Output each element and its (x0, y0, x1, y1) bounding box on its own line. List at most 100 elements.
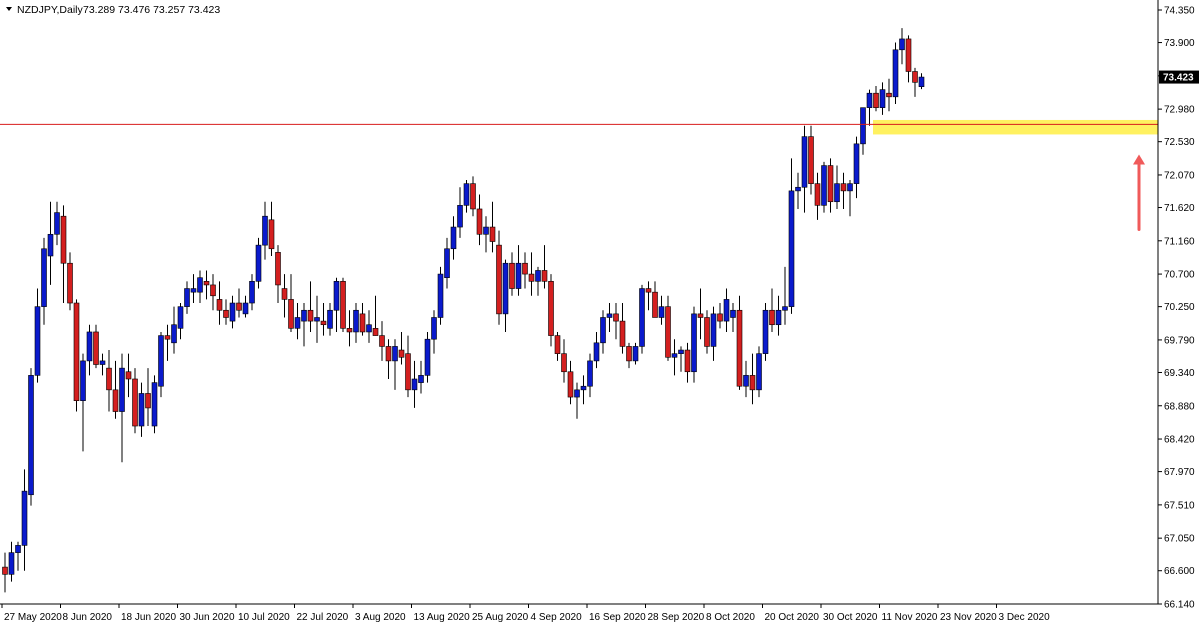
bear-candle-body (522, 262, 528, 275)
bull-candle-body (899, 38, 905, 51)
bear-candle-body (814, 183, 821, 206)
bear-candle-body (268, 219, 275, 250)
bull-candle-body (639, 288, 645, 347)
y-tick-label: 68.420 (1164, 435, 1195, 446)
y-tick-label: 72.070 (1164, 170, 1195, 181)
bull-candle-body (392, 346, 398, 362)
bull-candle-body (632, 346, 639, 362)
bear-candle-body (346, 328, 353, 333)
bear-candle-body (645, 288, 652, 293)
y-tick-label: 69.790 (1164, 335, 1195, 346)
y-tick-label: 72.530 (1164, 137, 1195, 148)
bear-candle-body (886, 92, 892, 98)
bull-candle-body (860, 107, 866, 145)
bull-candle-body (892, 49, 899, 98)
candle (548, 274, 554, 347)
bull-candle-body (353, 309, 359, 333)
bull-candle-body (821, 165, 827, 206)
bull-candle-body (463, 183, 470, 206)
bull-candle-body (834, 183, 840, 203)
bull-candle-body (418, 375, 424, 383)
bull-candle-body (723, 299, 730, 322)
bull-candle-body (262, 215, 268, 246)
bear-candle-body (509, 262, 515, 289)
bull-candle-body (197, 277, 203, 293)
bear-candle-body (281, 288, 288, 300)
bear-candle-body (613, 313, 619, 322)
x-tick-label: 27 May 2020 (4, 612, 62, 623)
bull-candle-body (502, 262, 509, 315)
current-price-tag: 73.423 (1159, 70, 1199, 84)
x-tick-label: 30 Oct 2020 (823, 612, 878, 623)
x-tick-label: 30 Jun 2020 (180, 612, 235, 623)
bull-candle-body (190, 288, 197, 293)
bull-candle-body (593, 342, 600, 362)
bear-candle-body (470, 183, 476, 210)
y-tick-label: 69.340 (1164, 368, 1195, 379)
bull-candle-body (730, 309, 736, 318)
bull-candle-body (847, 183, 853, 192)
chart-header: NZDJPY,Daily 73.289 73.476 73.257 73.423 (6, 4, 220, 16)
bull-candle-body (8, 552, 15, 575)
bull-candle-body (249, 281, 255, 304)
bear-candle-body (489, 226, 496, 242)
y-tick-label: 66.600 (1164, 566, 1195, 577)
x-tick-label: 3 Aug 2020 (355, 612, 406, 623)
bull-candle-body (756, 353, 762, 391)
bear-candle-body (769, 309, 775, 326)
y-tick-label: 68.880 (1164, 401, 1195, 412)
candle (437, 266, 444, 325)
support-zone-highlight (873, 119, 1158, 135)
bull-candle-body (437, 273, 444, 318)
bear-candle-body (379, 335, 385, 347)
bear-candle-body (548, 281, 554, 336)
y-tick-label: 67.050 (1164, 534, 1195, 545)
y-tick-label: 71.620 (1164, 203, 1195, 214)
bear-candle-body (496, 244, 502, 315)
bull-candle-body (795, 186, 801, 192)
bear-candle-body (697, 313, 704, 318)
y-tick-label: 70.250 (1164, 302, 1195, 313)
bull-candle-body (255, 244, 262, 282)
bear-candle-body (340, 281, 346, 329)
bull-candle-body (171, 324, 177, 344)
candle (73, 299, 80, 412)
bull-candle-body (788, 190, 795, 307)
bull-candle-body (457, 205, 463, 228)
bear-candle-body (223, 309, 229, 318)
x-tick-label: 3 Dec 2020 (999, 612, 1051, 623)
bear-candle-body (307, 309, 314, 322)
bear-candle-body (561, 353, 567, 373)
bear-candle-body (652, 291, 658, 318)
bear-candle-body (840, 183, 847, 192)
bull-candle-body (658, 306, 665, 318)
ohlc-readout: 73.289 73.476 73.257 73.423 (83, 4, 220, 16)
candle (762, 303, 769, 361)
bull-candle-body (535, 270, 541, 282)
bull-candle-body (99, 360, 106, 365)
bear-candle-body (67, 262, 73, 304)
bull-candle-body (801, 136, 808, 188)
bear-candle-body (385, 346, 392, 362)
bull-candle-body (450, 226, 457, 250)
bull-candle-body (158, 335, 164, 387)
bear-candle-body (567, 371, 574, 398)
y-tick-label: 66.140 (1164, 600, 1195, 611)
x-tick-label: 16 Sep 2020 (589, 612, 646, 623)
x-tick-label: 8 Oct 2020 (706, 612, 755, 623)
bull-candle-body (86, 331, 93, 362)
candlestick-chart: 74.35073.90073.44072.98072.53072.07071.6… (0, 0, 1200, 627)
y-tick-label: 74.350 (1164, 6, 1195, 17)
bear-candle-body (275, 252, 281, 286)
x-tick-label: 28 Sep 2020 (648, 612, 705, 623)
bear-candle-body (210, 284, 216, 297)
bull-candle-body (574, 389, 580, 398)
bull-candle-body (782, 306, 788, 311)
x-tick-label: 13 Aug 2020 (414, 612, 471, 623)
bull-candle-body (151, 382, 158, 427)
bear-candle-body (704, 317, 710, 347)
bear-candle-body (288, 299, 294, 329)
bull-candle-body (242, 302, 249, 315)
x-tick-label: 8 Jun 2020 (63, 612, 113, 623)
bear-candle-body (73, 302, 80, 401)
